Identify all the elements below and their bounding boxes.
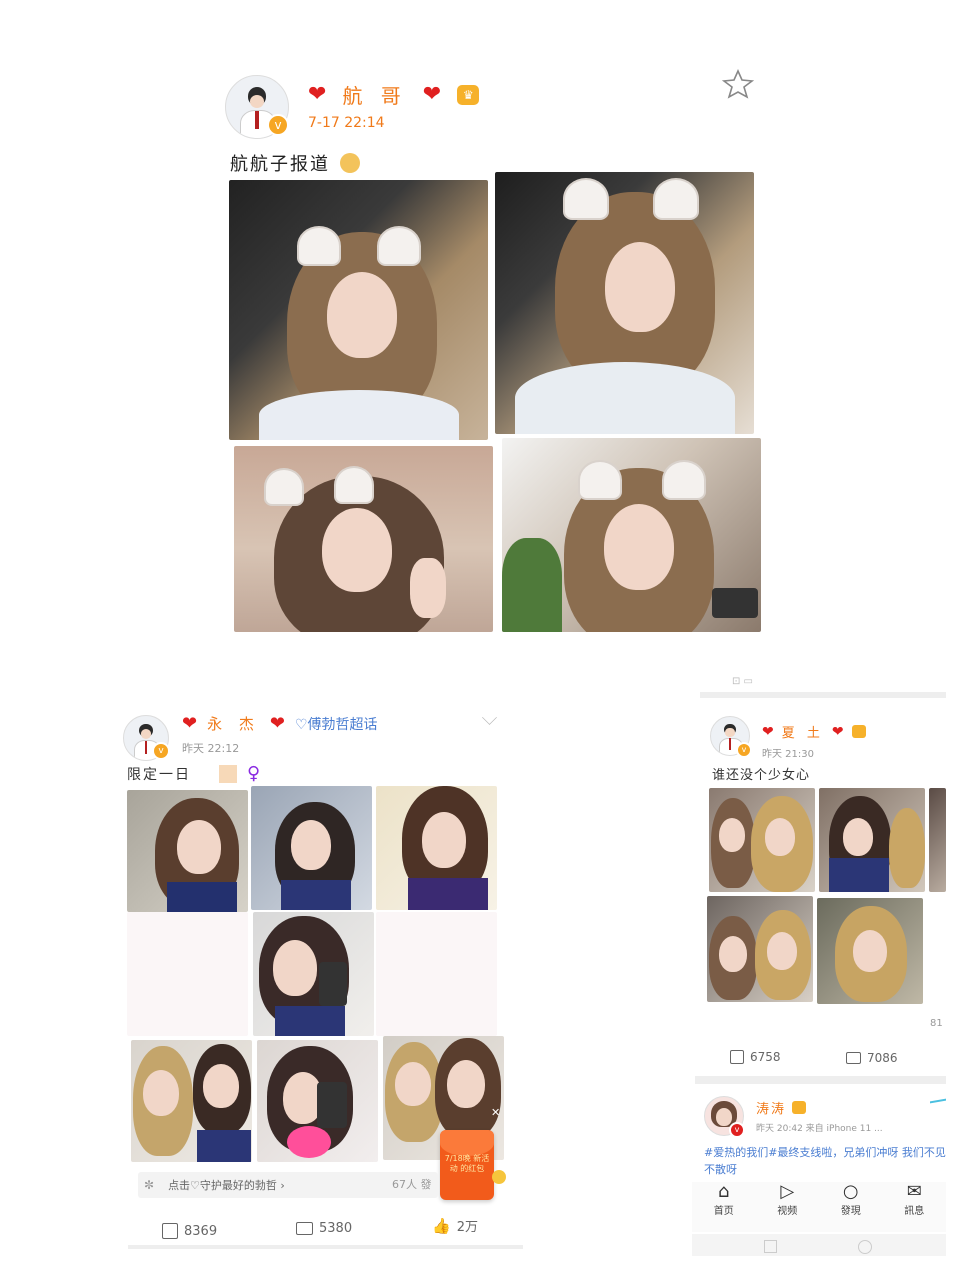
home-icon: ⌂: [718, 1181, 730, 1202]
comment-icon: [846, 1052, 861, 1064]
comment-icon: [296, 1222, 313, 1235]
tab-video[interactable]: ▷ 视频: [777, 1182, 797, 1232]
post-text: #爱热的我们#最终支线啦，兄弟们冲呀 我们不见不散呀: [704, 1146, 946, 1176]
post-time: 昨天 22:12: [182, 742, 240, 755]
post-text: 谁还没个少女心: [712, 768, 811, 783]
tab-home[interactable]: ⌂ 首页: [714, 1182, 734, 1232]
repost-button[interactable]: 8369: [162, 1223, 217, 1239]
post-image[interactable]: [495, 172, 754, 434]
heart-icon: ❤: [831, 723, 844, 740]
close-icon[interactable]: ✕: [491, 1106, 500, 1119]
post-image[interactable]: [229, 180, 488, 440]
post-image[interactable]: [131, 1040, 252, 1162]
post-image[interactable]: [502, 438, 761, 632]
post-image[interactable]: [257, 1040, 378, 1162]
post-time: 昨天 20:42 来自 iPhone 11 ...: [756, 1124, 883, 1134]
thumb-up-icon: 👍: [432, 1216, 451, 1235]
verified-badge-icon: v: [736, 742, 752, 758]
comment-button[interactable]: 5380: [296, 1221, 352, 1236]
author-name[interactable]: 永 杰: [207, 713, 260, 734]
doge-emoji-icon: [340, 153, 360, 173]
loading-icon: ✼: [144, 1178, 155, 1192]
heart-icon: ❤: [182, 713, 198, 734]
post-time: 昨天 21:30: [762, 749, 814, 760]
divider: [128, 1245, 523, 1249]
laugh-emoji-icon: [492, 1170, 506, 1184]
circle-nav-icon[interactable]: [858, 1240, 872, 1254]
comment-count: 5380: [319, 1221, 353, 1236]
search-icon: ○: [842, 1181, 859, 1202]
red-packet-button[interactable]: 7/18晚 新活动 的红包: [440, 1130, 494, 1200]
vip-badge-icon: [851, 725, 866, 738]
mail-icon: ✉: [906, 1181, 922, 1202]
author-name[interactable]: 夏 土: [782, 722, 824, 741]
post-time: 7-17 22:14: [308, 115, 385, 131]
female-symbol: ♀: [247, 763, 261, 784]
vip-badge-icon: [792, 1101, 807, 1114]
verified-badge-icon: v: [152, 742, 170, 760]
post-image[interactable]: [251, 786, 372, 910]
post-image[interactable]: [376, 786, 497, 910]
chevron-down-icon[interactable]: [482, 710, 497, 725]
heart-sticker-icon: [287, 1126, 331, 1158]
post-image[interactable]: [709, 788, 815, 892]
wave-icon: [930, 1098, 946, 1114]
repost-count: 6758: [750, 1050, 781, 1064]
post-image[interactable]: [253, 912, 374, 1036]
heart-icon: ❤: [269, 713, 285, 734]
post-image[interactable]: [819, 788, 925, 892]
tab-discover[interactable]: ○ 發現: [841, 1182, 861, 1232]
repost-icon: [730, 1050, 744, 1064]
bottom-tab-bar: ⌂ 首页 ▷ 视频 ○ 發現 ✉ 訊息: [692, 1182, 946, 1232]
partial-counts: ⊡ ▭: [732, 676, 754, 687]
post-image[interactable]: [929, 788, 946, 892]
divider: [695, 1076, 946, 1084]
post-image-placeholder: [127, 912, 248, 1036]
repost-button[interactable]: 6758: [730, 1050, 781, 1064]
comment-button[interactable]: 7086: [846, 1051, 898, 1065]
post-image[interactable]: [817, 898, 923, 1004]
like-count: 2万: [456, 1220, 478, 1235]
red-packet-text: 7/18晚 新活动 的红包: [444, 1154, 490, 1173]
post-text: 限定一日: [127, 766, 191, 783]
post-image[interactable]: [707, 896, 813, 1002]
star-icon: [721, 69, 755, 99]
post-image-placeholder: [376, 912, 497, 1036]
divider: [700, 692, 946, 698]
heart-icon: ❤: [422, 82, 442, 107]
square-nav-icon[interactable]: [764, 1240, 777, 1253]
verified-badge-icon: v: [267, 114, 289, 136]
play-icon: ▷: [780, 1181, 795, 1202]
post-image[interactable]: [127, 790, 248, 912]
supertopic-link[interactable]: ♡傅勃哲超话: [295, 714, 378, 734]
author-name[interactable]: 航 哥: [342, 80, 406, 109]
heart-icon: ❤: [308, 82, 327, 107]
heart-icon: ❤: [762, 723, 774, 740]
author-name[interactable]: 涛涛: [756, 1098, 786, 1117]
comment-count: 7086: [867, 1051, 898, 1065]
like-button[interactable]: 👍 2万: [432, 1216, 478, 1236]
post-image[interactable]: [234, 446, 493, 632]
favorite-button[interactable]: [721, 68, 755, 100]
verified-badge-icon: v: [729, 1122, 745, 1138]
tab-messages[interactable]: ✉ 訊息: [904, 1182, 924, 1232]
repost-count: 8369: [184, 1223, 218, 1239]
square-emoji-icon: [219, 764, 237, 783]
system-nav-bar: [692, 1234, 946, 1256]
supertopic-hint: 点击♡守护最好的勃哲 ›: [168, 1179, 285, 1192]
vip-badge-icon: ♛: [457, 84, 480, 105]
supporter-count: 67人 發: [392, 1178, 432, 1191]
repost-icon: [162, 1223, 178, 1239]
post-text: 航航子报道: [230, 154, 330, 175]
side-count: 81: [930, 1018, 943, 1029]
